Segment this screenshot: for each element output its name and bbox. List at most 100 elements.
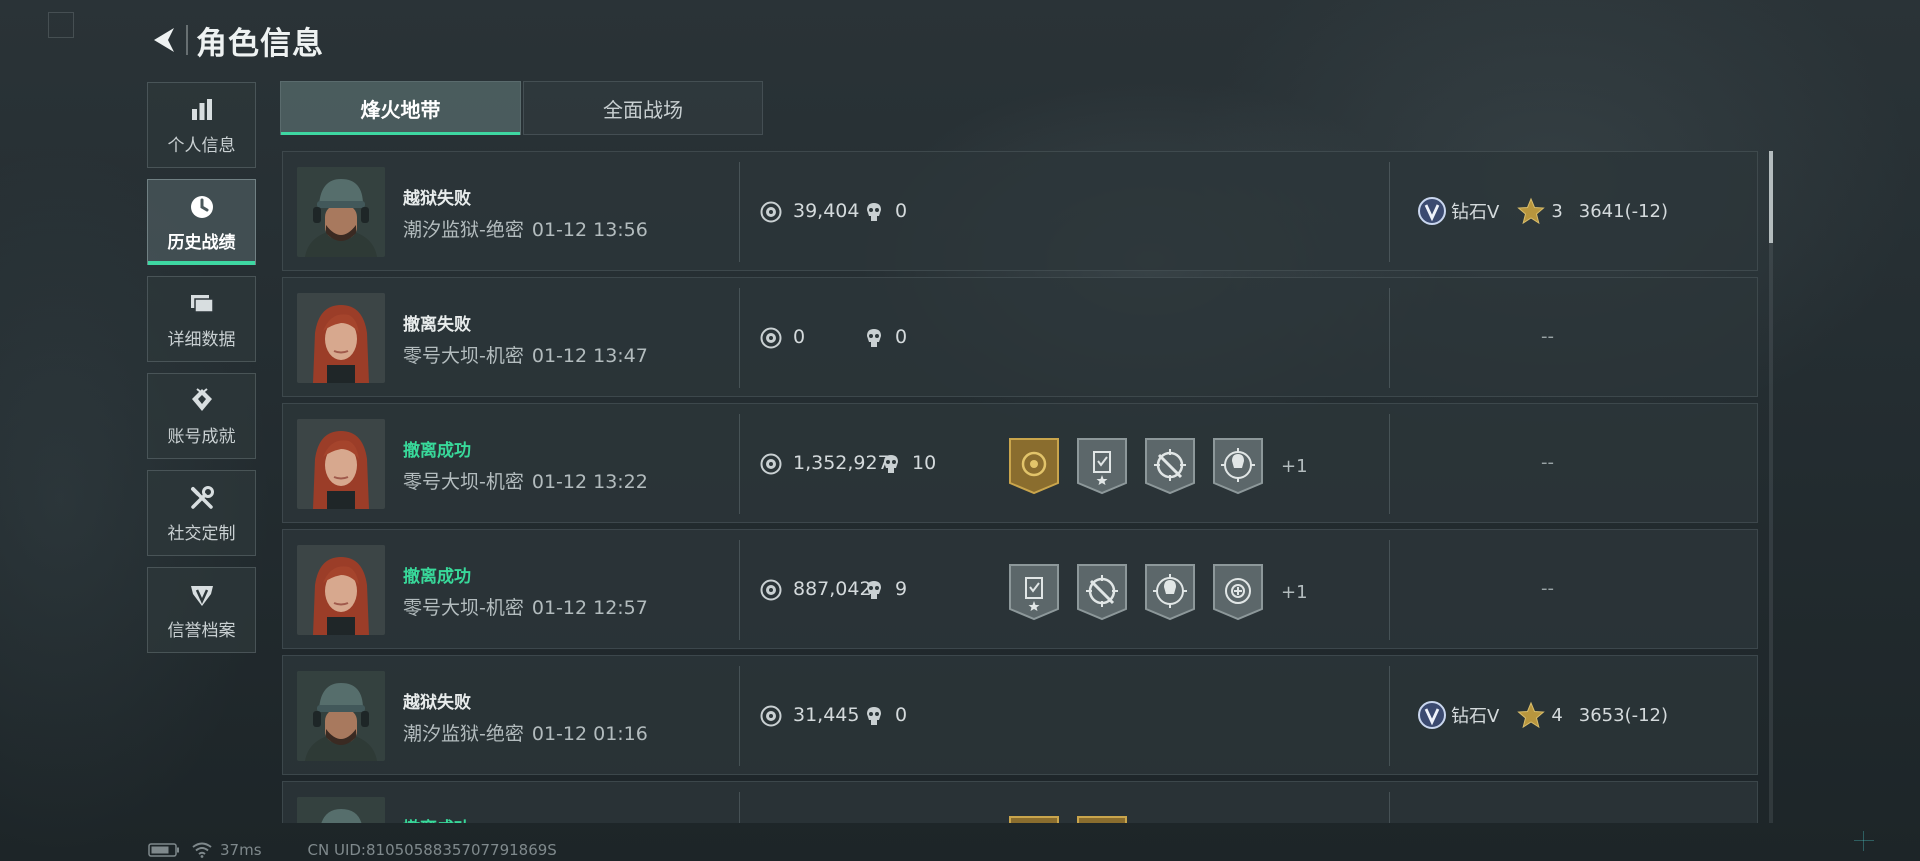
- match-time: 01-12 12:57: [531, 597, 648, 619]
- loot-value: 31,445: [793, 704, 860, 726]
- operator-portrait: [297, 545, 385, 635]
- clipboard-star-badge-icon[interactable]: [1007, 563, 1061, 621]
- rank-empty: --: [1541, 452, 1554, 473]
- diamond-rank-icon: [1417, 700, 1447, 730]
- sidebar-item-credit-record[interactable]: 信誉档案: [147, 567, 256, 653]
- currency-icon: [760, 579, 782, 601]
- back-button[interactable]: [148, 20, 184, 60]
- match-history-list[interactable]: 越狱失败 潮汐监狱-绝密 01-12 13:56 39,404 0 钻石V 3 3641(-1…: [282, 151, 1758, 823]
- loot-value: 887,042: [793, 578, 872, 600]
- skull-icon: [863, 705, 885, 727]
- scrollbar-thumb[interactable]: [1769, 151, 1773, 243]
- kill-count: 9: [895, 578, 908, 600]
- match-result: 撤离成功: [403, 567, 471, 587]
- sidebar-item-achievements[interactable]: 账号成就: [147, 373, 256, 459]
- column-divider: [739, 288, 740, 388]
- column-divider: [739, 414, 740, 514]
- corner-crosshair-mark: [1854, 831, 1874, 851]
- clock-icon: [187, 192, 217, 222]
- medal-badges: +1: [1007, 437, 1308, 495]
- page-header: 角色信息: [148, 18, 324, 62]
- match-row[interactable]: 越狱失败 潮汐监狱-绝密 01-12 13:56 39,404 0 钻石V 3 3641(-1…: [282, 151, 1758, 271]
- rank-score: 3641(-12): [1578, 200, 1669, 222]
- medal-badges: +1: [1007, 563, 1308, 621]
- currency-icon: [760, 327, 782, 349]
- match-row[interactable]: 撤离成功: [282, 781, 1758, 823]
- map-name: 零号大坝-机密: [403, 597, 524, 619]
- currency-icon: [760, 705, 782, 727]
- sidebar-item-label: 信誉档案: [167, 620, 236, 641]
- battery-icon: [148, 843, 179, 857]
- list-scrollbar[interactable]: [1769, 151, 1773, 823]
- operator-portrait: [297, 671, 385, 761]
- sidebar-item-social-custom[interactable]: 社交定制: [147, 470, 256, 556]
- tab-warzone-fire[interactable]: 烽火地带: [280, 81, 521, 135]
- operator-portrait: [297, 293, 385, 383]
- rank-empty: --: [1541, 326, 1554, 347]
- sidebar-item-label: 历史战绩: [167, 232, 236, 253]
- sidebar-nav: 个人信息 历史战绩 详细数据 账号成就 社交定制 信誉档案: [147, 82, 257, 664]
- more-badges-count[interactable]: +1: [1281, 582, 1308, 603]
- column-divider: [1389, 792, 1390, 823]
- sidebar-item-match-history[interactable]: 历史战绩: [147, 179, 256, 265]
- loot-value: 1,352,927: [793, 452, 890, 474]
- column-divider: [1389, 162, 1390, 262]
- match-result: 撤离失败: [403, 315, 471, 335]
- map-name: 潮汐监狱-绝密: [403, 723, 524, 745]
- crosshair-slash-badge-icon[interactable]: [1075, 563, 1129, 621]
- column-divider: [1389, 288, 1390, 388]
- loot-value: 39,404: [793, 200, 860, 222]
- user-uid: CN UID:8105058835707791869S: [307, 841, 557, 859]
- sidebar-item-label: 个人信息: [167, 135, 236, 156]
- gold-emblem-badge-icon[interactable]: [1007, 437, 1061, 495]
- cards-icon: [187, 289, 217, 319]
- bar-chart-icon: [187, 95, 217, 125]
- skull-target-badge-icon[interactable]: [1211, 437, 1265, 495]
- corner-frame-mark: [48, 12, 74, 38]
- map-name: 零号大坝-机密: [403, 471, 524, 493]
- sidebar-item-label: 社交定制: [167, 523, 236, 544]
- match-row[interactable]: 撤离成功 零号大坝-机密 01-12 13:22 1,352,927 10 +1 --: [282, 403, 1758, 523]
- gold-emblem-badge-icon[interactable]: [1007, 815, 1061, 823]
- rank-stars: 4: [1551, 704, 1563, 726]
- more-badges-count[interactable]: +1: [1281, 456, 1308, 477]
- medal-diamond-icon: [187, 386, 217, 416]
- sidebar-item-detail-data[interactable]: 详细数据: [147, 276, 256, 362]
- kill-count: 0: [895, 704, 908, 726]
- match-result: 越狱失败: [403, 693, 471, 713]
- column-divider: [739, 540, 740, 640]
- rank-info: 钻石V 4 3653(-12): [1417, 700, 1668, 730]
- column-divider: [739, 666, 740, 766]
- match-time: 01-12 13:22: [531, 471, 648, 493]
- kill-count: 10: [912, 452, 937, 474]
- map-time-line: 零号大坝-机密 01-12 13:22: [403, 467, 648, 494]
- tab-full-battlefield[interactable]: 全面战场: [523, 81, 763, 135]
- map-name: 潮汐监狱-绝密: [403, 219, 524, 241]
- sidebar-item-personal-info[interactable]: 个人信息: [147, 82, 256, 168]
- kill-count: 0: [895, 326, 908, 348]
- match-time: 01-12 01:16: [531, 723, 648, 745]
- crosshair-slash-badge-icon[interactable]: [1143, 437, 1197, 495]
- tools-icon: [187, 483, 217, 513]
- diamond-rank-icon: [1417, 196, 1447, 226]
- match-result: 撤离成功: [403, 814, 471, 823]
- currency-icon: [760, 453, 782, 475]
- match-result: 越狱失败: [403, 189, 471, 209]
- match-row[interactable]: 撤离成功零号大坝-机密 01-12 12:57 887,042 9 +1 --: [282, 529, 1758, 649]
- plus-target-badge-icon[interactable]: [1211, 563, 1265, 621]
- map-time-line: 潮汐监狱-绝密 01-12 01:16: [403, 719, 648, 746]
- rank-empty: --: [1541, 578, 1554, 599]
- gold-emblem-badge-icon[interactable]: [1075, 815, 1129, 823]
- mode-tabs: 烽火地带 全面战场: [280, 81, 763, 135]
- match-row[interactable]: 撤离失败 零号大坝-机密 01-12 13:47 0 0 --: [282, 277, 1758, 397]
- wifi-icon: [192, 842, 212, 858]
- column-divider: [739, 162, 740, 262]
- page-title: 角色信息: [196, 25, 324, 62]
- clipboard-star-badge-icon[interactable]: [1075, 437, 1129, 495]
- operator-portrait: [297, 167, 385, 257]
- match-row[interactable]: 越狱失败潮汐监狱-绝密 01-12 01:16 31,445 0 钻石V 4 3653(-1…: [282, 655, 1758, 775]
- medal-badges: [1007, 815, 1143, 823]
- skull-target-badge-icon[interactable]: [1143, 563, 1197, 621]
- map-time-line: 零号大坝-机密 01-12 12:57: [403, 593, 648, 620]
- column-divider: [1389, 666, 1390, 766]
